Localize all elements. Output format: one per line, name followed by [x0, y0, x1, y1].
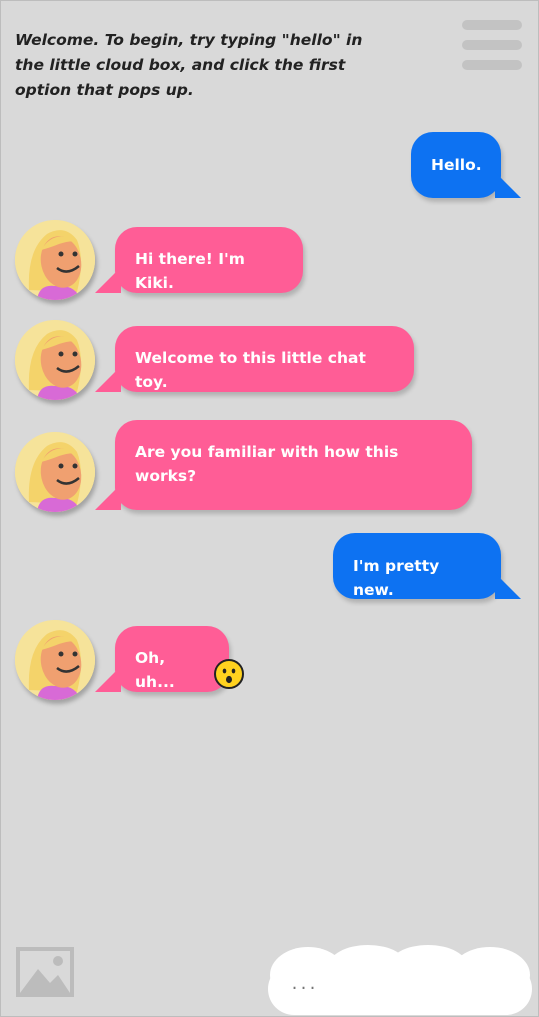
message-text-line-1: Are you familiar with how this [135, 443, 399, 461]
kiki-face-icon [15, 220, 95, 300]
bubble-tail [495, 573, 521, 599]
kiki-avatar [15, 320, 95, 400]
kiki-face-icon [15, 620, 95, 700]
kiki-face-icon [15, 432, 95, 512]
kiki-avatar [15, 620, 95, 700]
message-text: Hello. [431, 156, 482, 174]
intro-line-1: Welcome. To begin, try typing "hello" in [15, 31, 363, 49]
intro-instructions: Welcome. To begin, try typing "hello" in… [15, 28, 385, 103]
bubble-tail [95, 366, 121, 392]
message-text: Welcome to this little chat toy. [135, 349, 366, 391]
hamburger-menu-icon[interactable] [462, 20, 524, 74]
bot-message: Are you familiar with how this works? [115, 420, 472, 510]
intro-line-2: the little cloud box, and click the firs… [15, 56, 346, 74]
kiki-face-icon [15, 320, 95, 400]
message-input-field[interactable] [288, 965, 512, 1003]
bot-message: Oh, uh... [115, 626, 229, 692]
message-text: Hi there! I'm Kiki. [135, 250, 245, 292]
kiki-avatar [15, 432, 95, 512]
bubble-tail [495, 172, 521, 198]
surprised-face-emoji-icon [214, 659, 244, 689]
cloud-message-input[interactable] [268, 945, 532, 1015]
image-upload-icon[interactable] [16, 947, 74, 997]
bot-message: Hi there! I'm Kiki. [115, 227, 303, 293]
user-message: Hello. [411, 132, 501, 198]
bot-message: Welcome to this little chat toy. [115, 326, 414, 392]
intro-line-3: option that pops up. [15, 81, 194, 99]
message-text-line-2: works? [135, 467, 197, 485]
bubble-tail [95, 666, 121, 692]
message-text: Oh, uh... [135, 649, 175, 691]
bubble-tail [95, 267, 121, 293]
user-message: I'm pretty new. [333, 533, 501, 599]
bubble-tail [95, 484, 121, 510]
message-text: I'm pretty new. [353, 557, 440, 599]
kiki-avatar [15, 220, 95, 300]
